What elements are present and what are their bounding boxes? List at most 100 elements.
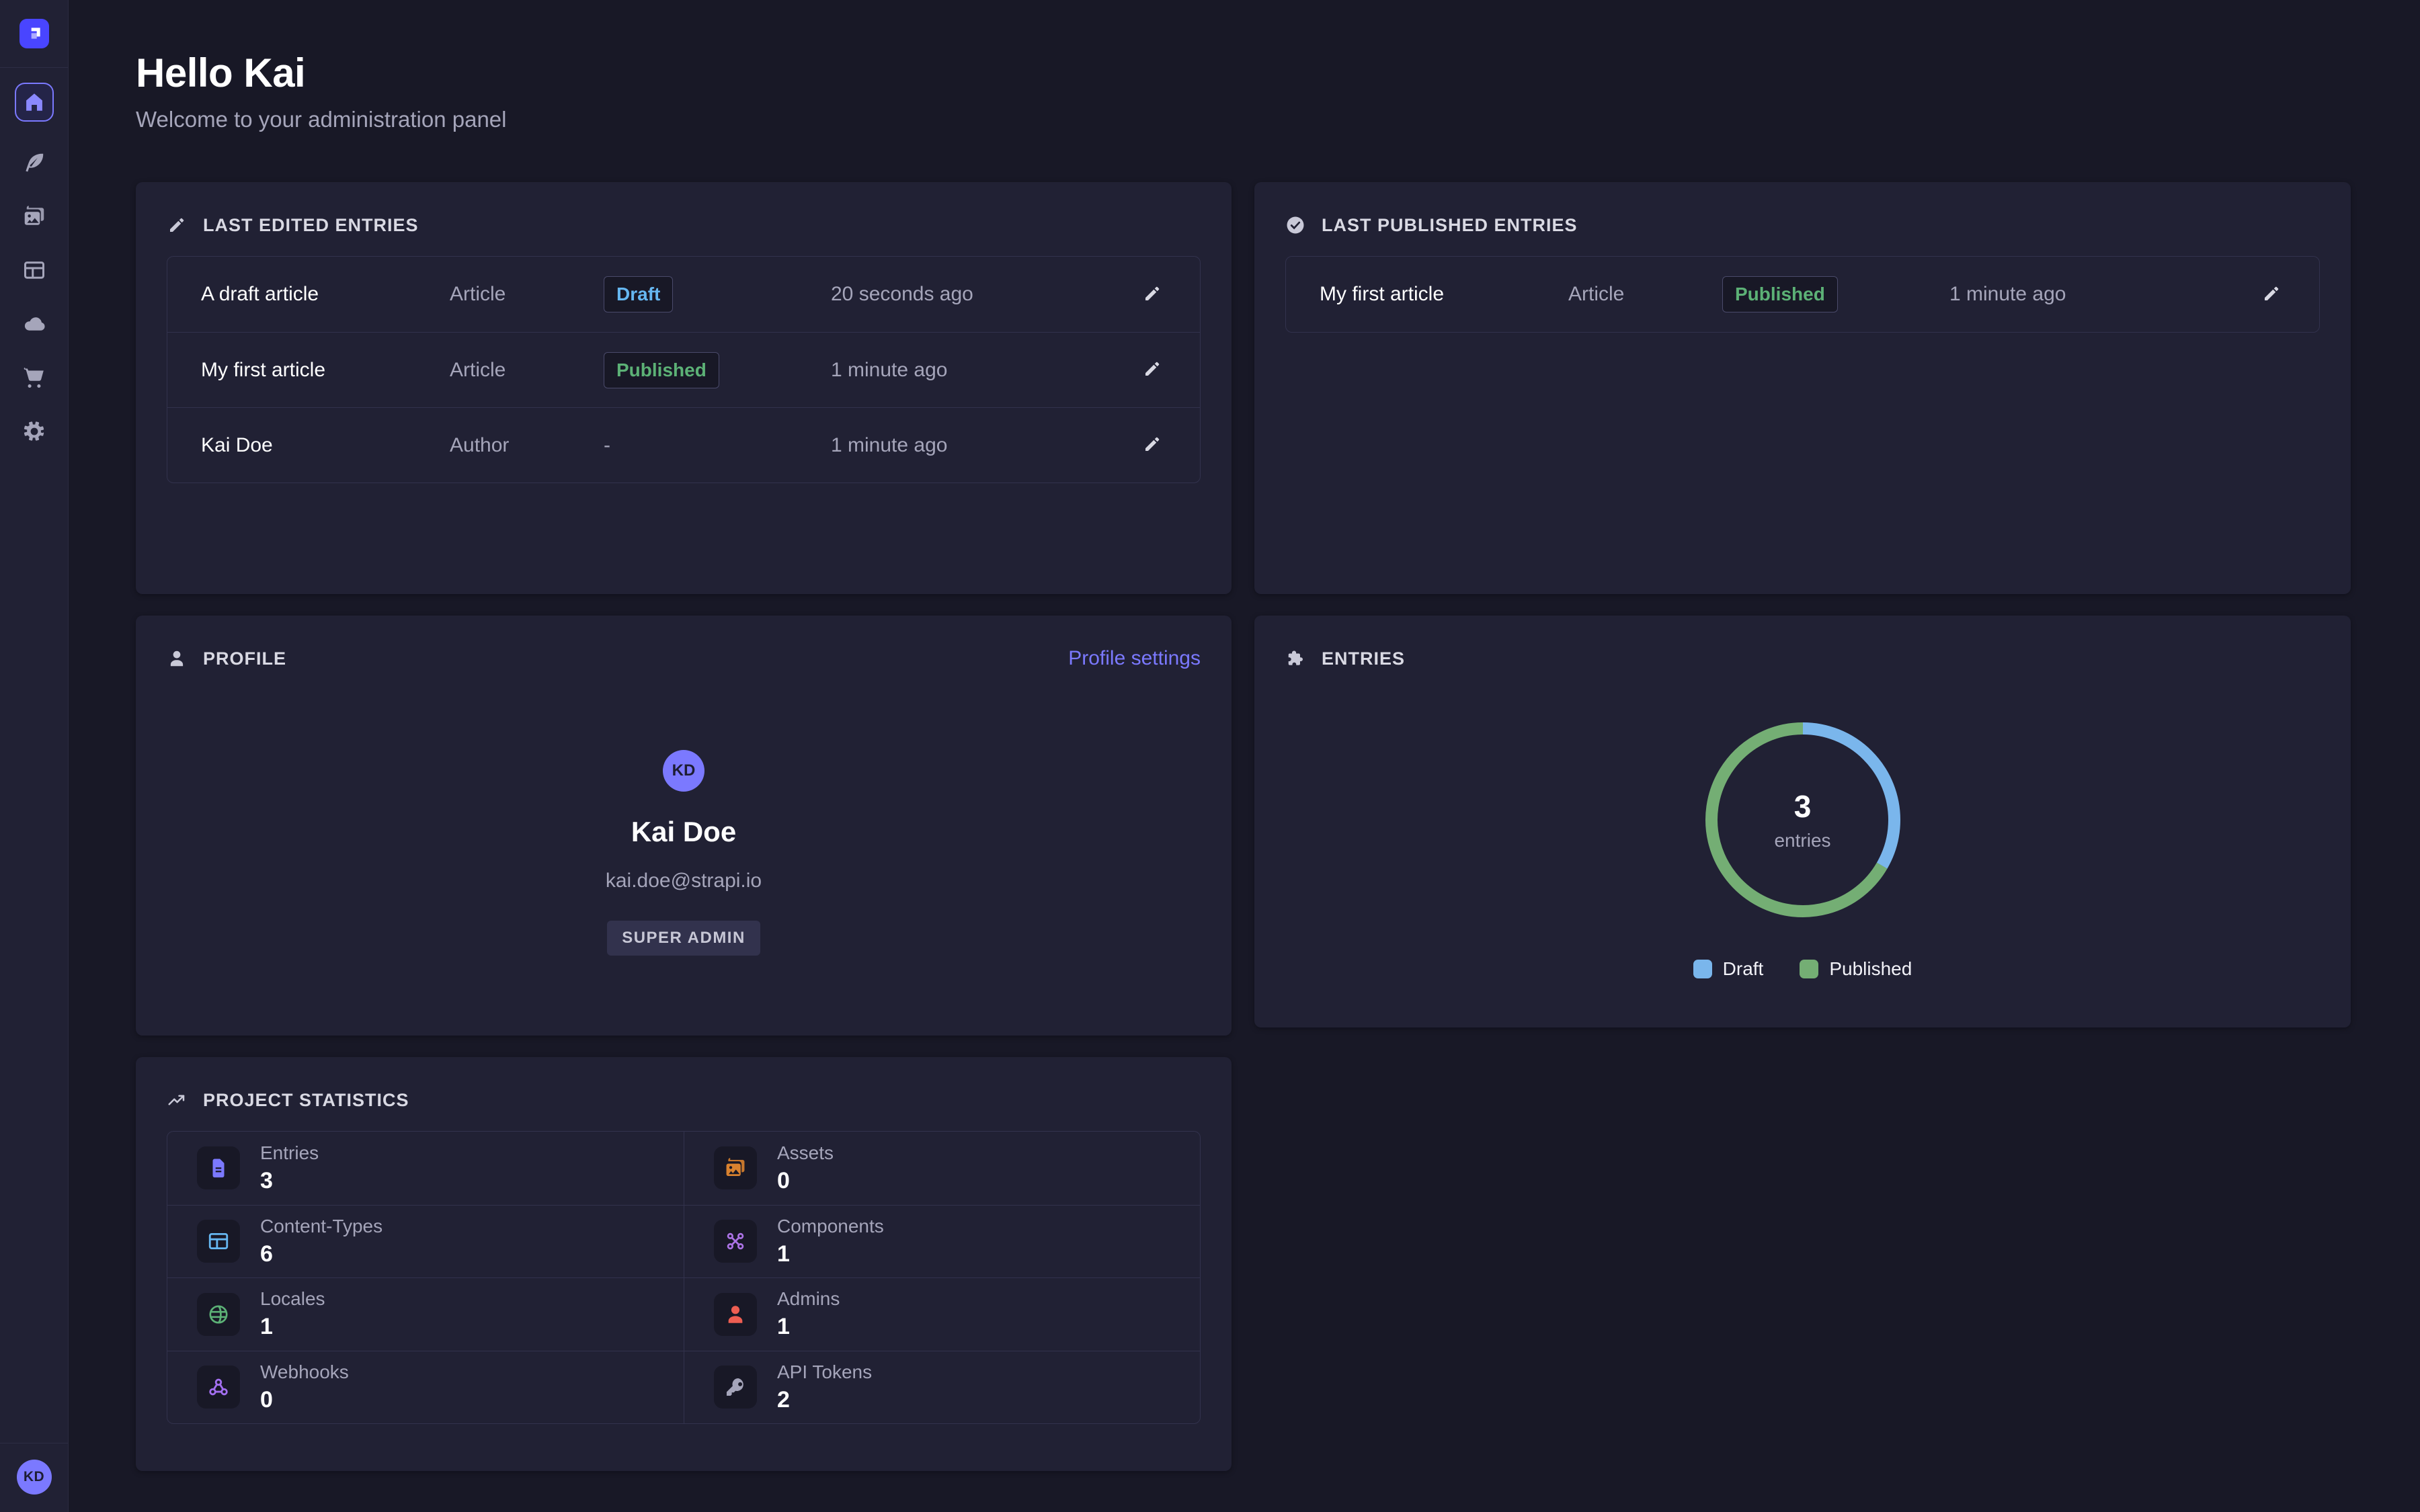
globe-icon (207, 1303, 230, 1326)
status-badge: - (604, 434, 610, 457)
card-title: PROFILE (203, 648, 286, 669)
sidebar-item-media-library[interactable] (22, 204, 47, 229)
avatar: KD (663, 750, 704, 792)
stat-icon-tile (197, 1146, 240, 1189)
trend-up-icon (167, 1090, 187, 1110)
puzzle-icon (1285, 648, 1305, 669)
stat-value: 1 (777, 1241, 884, 1267)
stat-label: Content-Types (260, 1216, 382, 1237)
statistics-table: Entries 3 Assets 0 Content-Types 6 Compo… (167, 1131, 1201, 1424)
stat-value: 3 (260, 1168, 319, 1194)
media-icon (724, 1157, 747, 1179)
stat-cell: Webhooks 0 (167, 1351, 684, 1424)
edit-entry-button[interactable] (2261, 284, 2282, 306)
stat-icon-tile (197, 1366, 240, 1409)
status-badge: Published (1722, 276, 1838, 312)
table-row: A draft article Article Draft 20 seconds… (167, 257, 1200, 332)
entries-donut-chart: 3 entries Draft Published (1285, 671, 2320, 980)
main-content: Hello Kai Welcome to your administration… (69, 0, 2420, 1512)
sidebar-bottom: KD (0, 1443, 68, 1512)
sidebar-item-content-type-builder[interactable] (22, 257, 47, 283)
layout-icon (207, 1230, 230, 1253)
profile-name: Kai Doe (631, 816, 736, 848)
feather-icon (22, 151, 46, 175)
entry-name: Kai Doe (201, 434, 450, 457)
pencil-icon (1142, 359, 1162, 379)
pencil-icon (1142, 434, 1162, 454)
stat-value: 6 (260, 1241, 382, 1267)
card-header: LAST EDITED ENTRIES (167, 213, 1201, 237)
stat-cell: Locales 1 (167, 1277, 684, 1351)
profile-body: KD Kai Doe kai.doe@strapi.io SUPER ADMIN (167, 750, 1201, 956)
sidebar-item-settings[interactable] (22, 419, 47, 444)
stat-label: Webhooks (260, 1361, 349, 1383)
sidebar-item-deploy[interactable] (22, 311, 47, 337)
stat-cell: Components 1 (684, 1205, 1200, 1278)
entry-name: My first article (1320, 283, 1568, 306)
pencil-icon (2261, 284, 2282, 304)
profile-card: PROFILE Profile settings KD Kai Doe kai.… (136, 616, 1232, 1036)
stat-label: Components (777, 1216, 884, 1237)
user-avatar[interactable]: KD (17, 1460, 52, 1495)
sidebar-divider (0, 67, 68, 68)
cloud-icon (22, 312, 46, 336)
entry-type: Author (450, 434, 604, 457)
stat-label: Admins (777, 1288, 840, 1310)
entry-time: 20 seconds ago (831, 283, 1118, 306)
entry-status: Draft (604, 276, 831, 312)
last-edited-table: A draft article Article Draft 20 seconds… (167, 256, 1201, 483)
stat-value: 0 (777, 1168, 834, 1194)
legend-label: Draft (1723, 958, 1764, 980)
home-icon (23, 91, 46, 114)
entry-type: Article (1568, 283, 1722, 306)
person-icon (167, 648, 187, 669)
card-title: PROJECT STATISTICS (203, 1090, 409, 1111)
page-title: Hello Kai (136, 50, 2351, 96)
stat-label: Entries (260, 1142, 319, 1164)
last-published-entries-card: LAST PUBLISHED ENTRIES My first article … (1254, 182, 2351, 594)
entry-status: Published (1722, 276, 1949, 312)
entry-time: 1 minute ago (831, 434, 1118, 457)
table-row: My first article Article Published 1 min… (167, 332, 1200, 407)
edit-entry-button[interactable] (1142, 359, 1162, 381)
key-icon (724, 1376, 747, 1398)
stat-cell: Assets 0 (684, 1132, 1200, 1205)
admin-person-icon (724, 1303, 747, 1326)
stat-icon-tile (714, 1146, 757, 1189)
edit-entry-button[interactable] (1142, 284, 1162, 306)
donut-total-label: entries (1774, 830, 1830, 851)
profile-email: kai.doe@strapi.io (606, 870, 762, 892)
profile-settings-link[interactable]: Profile settings (1068, 647, 1201, 670)
table-row: My first article Article Published 1 min… (1286, 257, 2319, 332)
gear-icon (22, 419, 46, 444)
edit-entry-button[interactable] (1142, 434, 1162, 456)
legend-label: Published (1829, 958, 1912, 980)
card-header: LAST PUBLISHED ENTRIES (1285, 213, 2320, 237)
role-badge: SUPER ADMIN (607, 921, 760, 956)
legend-swatch (1693, 960, 1712, 978)
media-icon (22, 204, 46, 228)
entry-name: A draft article (201, 283, 450, 306)
sidebar-item-home[interactable] (15, 83, 54, 122)
strapi-logo[interactable] (19, 19, 49, 48)
stat-icon-tile (714, 1293, 757, 1336)
stat-label: Locales (260, 1288, 325, 1310)
card-header: ENTRIES (1285, 646, 2320, 671)
strapi-logo-icon (26, 25, 43, 42)
entry-type: Article (450, 359, 604, 382)
chart-legend: Draft Published (1693, 958, 1912, 980)
legend-swatch (1800, 960, 1818, 978)
components-icon (724, 1230, 747, 1253)
stat-value: 2 (777, 1387, 872, 1413)
stat-cell: Content-Types 6 (167, 1205, 684, 1278)
stat-icon-tile (197, 1293, 240, 1336)
entry-type: Article (450, 283, 604, 306)
sidebar-item-marketplace[interactable] (22, 365, 47, 390)
sidebar: KD (0, 0, 69, 1512)
project-statistics-card: PROJECT STATISTICS Entries 3 Assets 0 Co… (136, 1057, 1232, 1471)
sidebar-item-content-manager[interactable] (22, 150, 47, 175)
entry-time: 1 minute ago (831, 359, 1118, 382)
donut-total: 3 (1794, 788, 1812, 825)
pencil-icon (167, 215, 187, 235)
stat-icon-tile (714, 1220, 757, 1263)
